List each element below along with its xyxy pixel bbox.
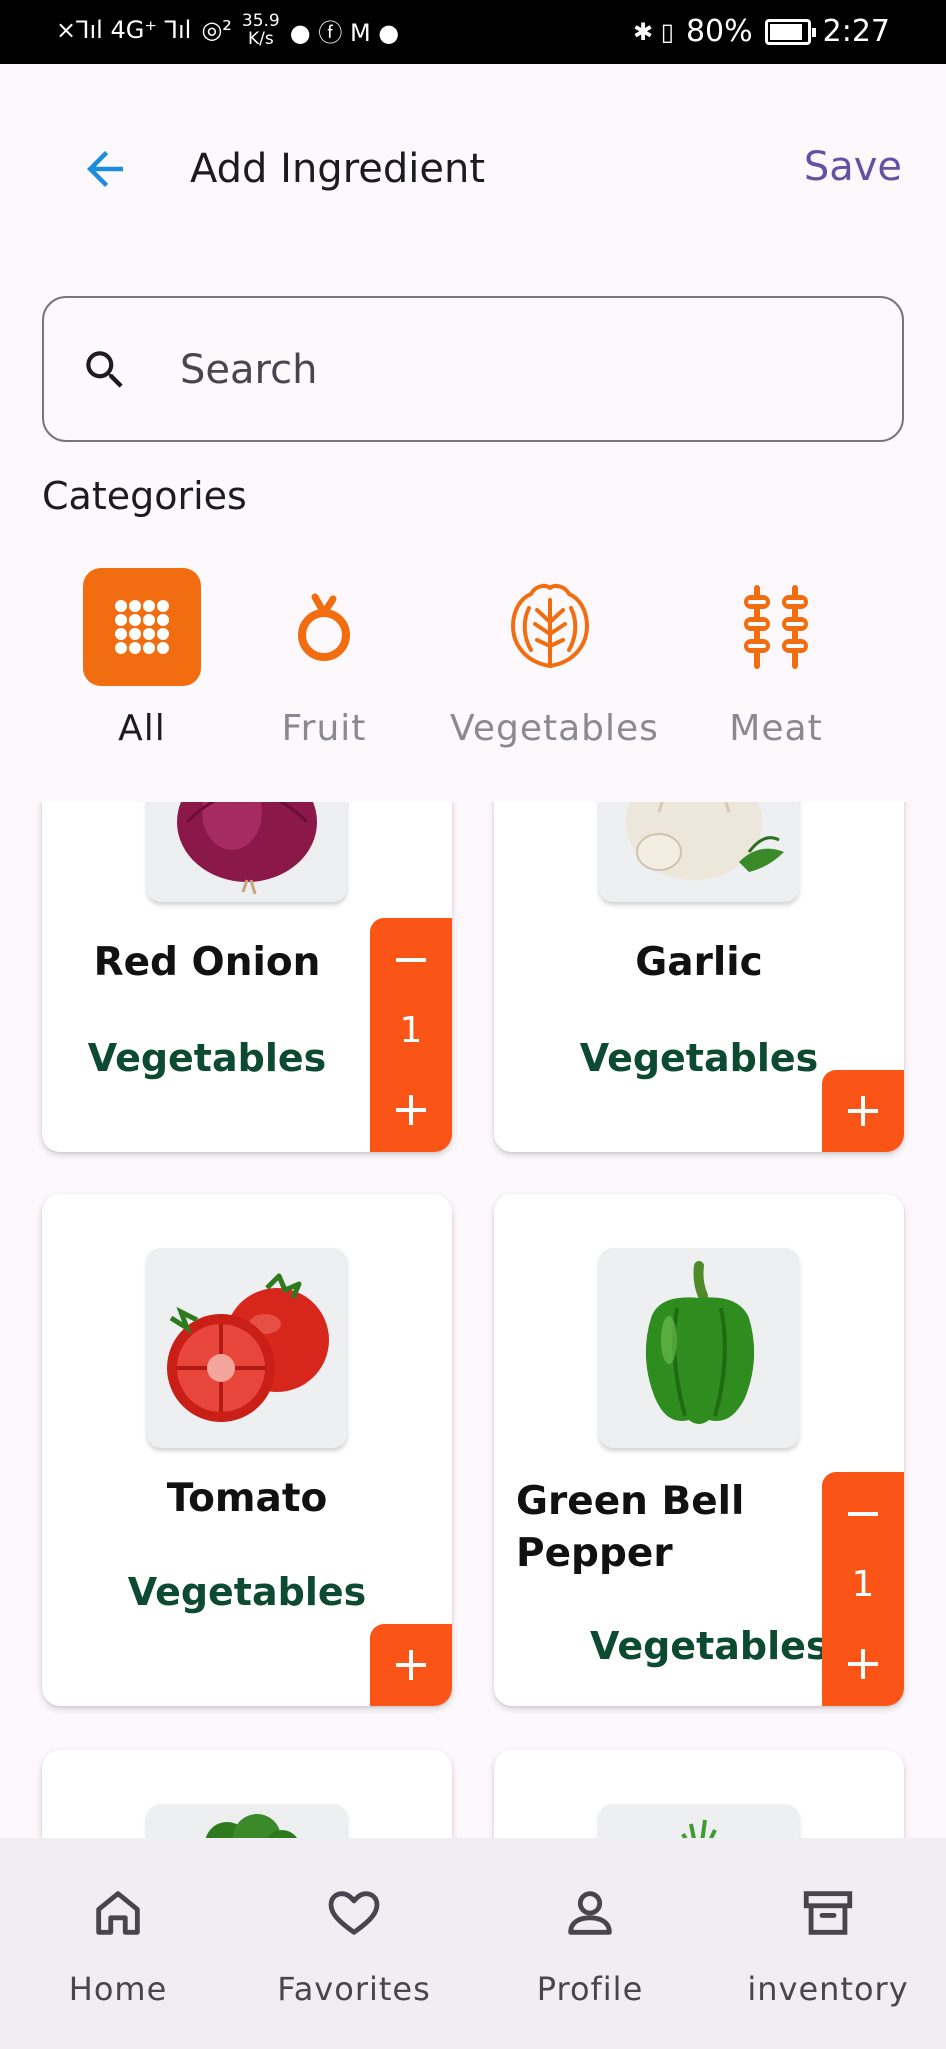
battery-icon (764, 18, 816, 45)
ingredient-grid[interactable]: Red Onion Vegetables 1 Garlic Vegetables (0, 802, 946, 1838)
category-meat[interactable]: Meat (676, 568, 876, 758)
ingredient-name: Tomato (166, 1476, 328, 1521)
ingredient-name: Red Onion (93, 940, 321, 985)
garlic-illustration (626, 802, 784, 880)
category-vegetables-iconbox (491, 568, 609, 686)
archive-box-icon (803, 1891, 853, 1935)
broccoli-illustration (205, 1814, 297, 1838)
plus-icon (396, 1095, 426, 1125)
network-speed: 35.9 K/s (242, 12, 280, 48)
home-icon (96, 1891, 140, 1935)
nav-home[interactable]: Home (0, 1838, 236, 2049)
nav-profile[interactable]: Profile (472, 1838, 708, 2049)
category-label: All (118, 708, 166, 749)
ingredient-name: Garlic (635, 940, 763, 985)
plus-icon (848, 1649, 878, 1679)
clock: 2:27 (822, 14, 890, 49)
minus-icon (848, 1512, 878, 1516)
signal-icon: ×⅂ıl 4G⁺ ⅂ıl (56, 16, 192, 44)
category-label: Meat (729, 708, 823, 749)
heart-icon (328, 1891, 380, 1935)
add-button[interactable] (822, 1070, 904, 1152)
minus-icon (396, 958, 426, 962)
search-icon (86, 351, 123, 388)
decrement-button[interactable] (822, 1486, 904, 1542)
save-button[interactable]: Save (804, 144, 902, 190)
red-onion-image (147, 802, 347, 902)
nav-label: Home (68, 1970, 168, 2008)
nav-label: inventory (747, 1970, 909, 2008)
ingredient-category: Vegetables (590, 1624, 829, 1668)
ingredient-card-red-onion[interactable]: Red Onion Vegetables 1 (42, 802, 452, 1152)
page-title: Add Ingredient (190, 146, 486, 192)
back-button[interactable] (78, 142, 132, 196)
quantity-value: 1 (399, 1010, 423, 1051)
plus-icon (396, 1650, 426, 1680)
carrot-image (599, 1804, 799, 1838)
quantity-stepper[interactable]: 1 (822, 1472, 904, 1706)
green-pepper-illustration (645, 1261, 755, 1424)
status-bar: ×⅂ıl 4G⁺ ⅂ıl ◎² 35.9 K/s ● ⓕ M ● ✱ ▯ 80%… (0, 0, 946, 64)
ingredient-category: Vegetables (127, 1570, 367, 1614)
category-fruit-iconbox (265, 568, 383, 686)
hotspot-icon: ◎² (201, 16, 232, 44)
nav-favorites[interactable]: Favorites (236, 1838, 472, 2049)
carrot-illustration (681, 1819, 717, 1838)
person-icon (568, 1891, 612, 1935)
battery-fill (769, 23, 802, 40)
category-fruit[interactable]: Fruit (224, 568, 424, 758)
add-button[interactable] (370, 1624, 452, 1706)
lettuce-icon (511, 584, 589, 668)
status-left: ×⅂ıl 4G⁺ ⅂ıl ◎² 35.9 K/s ● ⓕ M ● (56, 12, 399, 48)
ingredient-category: Vegetables (87, 1036, 327, 1080)
arrow-left-icon (87, 151, 123, 187)
quantity-stepper[interactable]: 1 (370, 918, 452, 1152)
increment-button[interactable] (370, 1082, 452, 1138)
broccoli-image (147, 1804, 347, 1838)
network-speed-unit: K/s (247, 29, 274, 49)
tomato-illustration (167, 1273, 329, 1422)
nav-label: Profile (536, 1970, 644, 2008)
category-all[interactable]: All (42, 568, 242, 758)
increment-button[interactable] (822, 1636, 904, 1692)
quantity-value: 1 (851, 1564, 875, 1605)
categories-heading: Categories (42, 474, 247, 518)
ingredient-card-green-bell-pepper[interactable]: Green Bell Pepper Vegetables 1 (494, 1194, 904, 1706)
ingredient-card-carrot[interactable] (494, 1750, 904, 1838)
app-bar: Add Ingredient Save (0, 64, 946, 280)
ingredient-card-garlic[interactable]: Garlic Vegetables (494, 802, 904, 1152)
category-label: Vegetables (450, 708, 659, 749)
ingredient-name: Green Bell Pepper (516, 1479, 745, 1576)
tomato-image (147, 1248, 347, 1448)
battery-percent: 80% (685, 14, 753, 49)
status-right: ✱ ▯ 80% 2:27 (633, 14, 890, 49)
category-label: Fruit (281, 708, 367, 749)
grid-icon (115, 600, 169, 654)
ingredient-card-broccoli[interactable] (42, 1750, 452, 1838)
category-all-iconbox (83, 568, 201, 686)
search-box[interactable] (42, 296, 904, 442)
red-onion-illustration (177, 802, 317, 895)
nav-inventory[interactable]: inventory (710, 1838, 946, 2049)
network-speed-value: 35.9 (241, 11, 280, 31)
skewer-icon (744, 585, 808, 669)
notification-icons: ● ⓕ M ● (289, 18, 400, 47)
bottom-navigation: Home Favorites Profile inventory (0, 1838, 946, 2049)
plus-icon (848, 1096, 878, 1126)
fruit-icon (298, 593, 350, 661)
green-bell-pepper-image (599, 1248, 799, 1448)
garlic-image (599, 802, 799, 902)
bluetooth-vibrate-icon: ✱ ▯ (632, 17, 674, 46)
ingredient-card-tomato[interactable]: Tomato Vegetables (42, 1194, 452, 1706)
search-input[interactable] (180, 338, 860, 402)
category-meat-iconbox (717, 568, 835, 686)
nav-label: Favorites (277, 1970, 431, 2008)
decrement-button[interactable] (370, 932, 452, 988)
category-vegetables[interactable]: Vegetables (450, 568, 659, 758)
